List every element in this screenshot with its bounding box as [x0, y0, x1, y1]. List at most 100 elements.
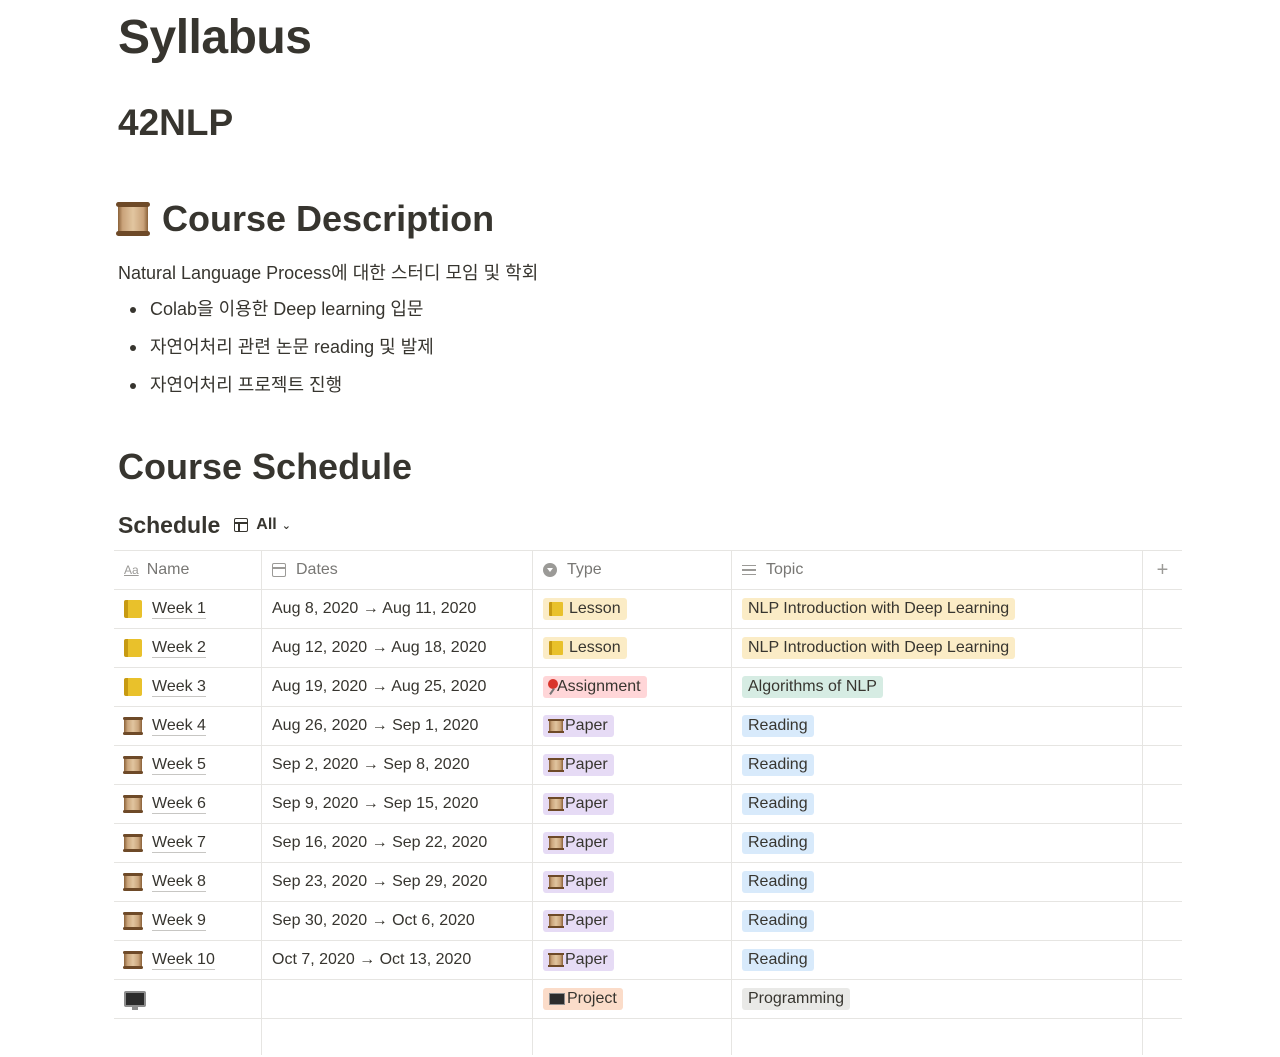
cell-type[interactable]: Lesson: [533, 590, 732, 628]
table-row[interactable]: Week 8 Sep 23, 2020 → Sep 29, 2020 Paper Re…: [114, 863, 1182, 902]
table-row[interactable]: Project Programming: [114, 980, 1182, 1019]
chevron-down-icon: ⌄: [281, 519, 291, 532]
row-name[interactable]: Week 9: [152, 912, 206, 931]
cell-dates[interactable]: Aug 19, 2020 → Aug 25, 2020: [262, 668, 533, 706]
add-property-button[interactable]: +: [1143, 551, 1182, 589]
cell-topic[interactable]: Algorithms of NLP: [732, 668, 1143, 706]
table-row[interactable]: Week 1 Aug 8, 2020 → Aug 11, 2020 Lesson NL…: [114, 590, 1182, 629]
cell-name[interactable]: [114, 980, 262, 1018]
cell-empty: [1143, 707, 1182, 745]
topic-label: Reading: [748, 873, 808, 890]
cell-name[interactable]: Week 7: [114, 824, 262, 862]
cell-dates[interactable]: Sep 16, 2020 → Sep 22, 2020: [262, 824, 533, 862]
cell-dates[interactable]: Sep 30, 2020 → Oct 6, 2020: [262, 902, 533, 940]
cell-name[interactable]: Week 8: [114, 863, 262, 901]
date-range: Sep 9, 2020 → Sep 15, 2020: [272, 795, 479, 812]
type-label: Paper: [565, 717, 608, 734]
row-name[interactable]: Week 8: [152, 873, 206, 892]
column-header-type[interactable]: Type: [533, 551, 732, 589]
type-label: Lesson: [569, 639, 621, 656]
cell-topic[interactable]: Programming: [732, 980, 1143, 1018]
column-header-topic[interactable]: Topic: [732, 551, 1143, 589]
cell-topic[interactable]: NLP Introduction with Deep Learning: [732, 629, 1143, 667]
row-name[interactable]: Week 2: [152, 639, 206, 658]
row-name[interactable]: Week 7: [152, 834, 206, 853]
cell-topic[interactable]: Reading: [732, 941, 1143, 979]
table-row[interactable]: Week 4 Aug 26, 2020 → Sep 1, 2020 Paper Rea…: [114, 707, 1182, 746]
date-range: Aug 8, 2020 → Aug 11, 2020: [272, 600, 477, 617]
cell-type[interactable]: Paper: [533, 902, 732, 940]
cell-dates[interactable]: [262, 980, 533, 1018]
cell-topic[interactable]: Reading: [732, 707, 1143, 745]
new-row-area[interactable]: [114, 1019, 1182, 1057]
cell-name[interactable]: Week 5: [114, 746, 262, 784]
cell-type[interactable]: Paper: [533, 824, 732, 862]
scroll-icon: [548, 758, 564, 772]
topic-label: Reading: [748, 912, 808, 929]
column-header-dates[interactable]: Dates: [262, 551, 533, 589]
scroll-icon: [123, 873, 143, 891]
cell-type[interactable]: Paper: [533, 785, 732, 823]
type-tag: Lesson: [543, 598, 627, 620]
type-label: Paper: [565, 912, 608, 929]
cell-name[interactable]: Week 3: [114, 668, 262, 706]
cell-name[interactable]: Week 1: [114, 590, 262, 628]
column-label: Name: [146, 561, 190, 578]
topic-tag: Algorithms of NLP: [742, 676, 883, 698]
cell-empty: [1143, 824, 1182, 862]
cell-topic[interactable]: Reading: [732, 746, 1143, 784]
cell-topic[interactable]: Reading: [732, 785, 1143, 823]
row-name[interactable]: Week 1: [152, 600, 206, 619]
type-tag: Assignment: [543, 676, 647, 698]
cell-type[interactable]: Assignment: [533, 668, 732, 706]
cell-name[interactable]: Week 4: [114, 707, 262, 745]
topic-tag: Reading: [742, 754, 814, 776]
cell-name[interactable]: Week 9: [114, 902, 262, 940]
row-name[interactable]: Week 5: [152, 756, 206, 775]
table-row[interactable]: Week 2 Aug 12, 2020 → Aug 18, 2020 Lesson N…: [114, 629, 1182, 668]
cell-type[interactable]: Project: [533, 980, 732, 1018]
view-selector[interactable]: All ⌄: [234, 516, 291, 534]
cell-dates[interactable]: Sep 23, 2020 → Sep 29, 2020: [262, 863, 533, 901]
date-range: Sep 30, 2020 → Oct 6, 2020: [272, 912, 475, 929]
type-tag: Paper: [543, 832, 614, 854]
type-label: Paper: [565, 756, 608, 773]
type-label: Paper: [565, 951, 608, 968]
cell-topic[interactable]: Reading: [732, 863, 1143, 901]
cell-dates[interactable]: Aug 26, 2020 → Sep 1, 2020: [262, 707, 533, 745]
ledger-icon: [549, 602, 563, 616]
ledger-icon: [124, 678, 142, 696]
cell-topic[interactable]: NLP Introduction with Deep Learning: [732, 590, 1143, 628]
table-row[interactable]: Week 3 Aug 19, 2020 → Aug 25, 2020 Assignm…: [114, 668, 1182, 707]
computer-icon: [124, 991, 146, 1010]
row-name[interactable]: Week 6: [152, 795, 206, 814]
column-header-name[interactable]: Aa Name: [114, 551, 262, 589]
table-row[interactable]: Week 6 Sep 9, 2020 → Sep 15, 2020 Paper Rea…: [114, 785, 1182, 824]
cell-topic[interactable]: Reading: [732, 824, 1143, 862]
cell-type[interactable]: Paper: [533, 941, 732, 979]
cell-dates[interactable]: Oct 7, 2020 → Oct 13, 2020: [262, 941, 533, 979]
topic-tag: NLP Introduction with Deep Learning: [742, 637, 1016, 659]
cell-type[interactable]: Paper: [533, 707, 732, 745]
cell-type[interactable]: Paper: [533, 746, 732, 784]
cell-type[interactable]: Paper: [533, 863, 732, 901]
table-row[interactable]: Week 7 Sep 16, 2020 → Sep 22, 2020 Paper Re…: [114, 824, 1182, 863]
cell-dates[interactable]: Aug 8, 2020 → Aug 11, 2020: [262, 590, 533, 628]
cell-empty: [1143, 668, 1182, 706]
cell-dates[interactable]: Aug 12, 2020 → Aug 18, 2020: [262, 629, 533, 667]
cell-dates[interactable]: Sep 9, 2020 → Sep 15, 2020: [262, 785, 533, 823]
row-name[interactable]: Week 10: [152, 951, 215, 970]
cell-name[interactable]: Week 6: [114, 785, 262, 823]
cell-name[interactable]: Week 2: [114, 629, 262, 667]
row-name[interactable]: Week 4: [152, 717, 206, 736]
table-row[interactable]: Week 9 Sep 30, 2020 → Oct 6, 2020 Paper Rea…: [114, 902, 1182, 941]
cell-topic[interactable]: Reading: [732, 902, 1143, 940]
cell-empty: [1143, 746, 1182, 784]
table-row[interactable]: Week 10 Oct 7, 2020 → Oct 13, 2020 Paper Re…: [114, 941, 1182, 980]
cell-name[interactable]: Week 10: [114, 941, 262, 979]
database-title[interactable]: Schedule: [118, 512, 220, 539]
row-name[interactable]: Week 3: [152, 678, 206, 697]
cell-type[interactable]: Lesson: [533, 629, 732, 667]
table-row[interactable]: Week 5 Sep 2, 2020 → Sep 8, 2020 Paper Read…: [114, 746, 1182, 785]
cell-dates[interactable]: Sep 2, 2020 → Sep 8, 2020: [262, 746, 533, 784]
